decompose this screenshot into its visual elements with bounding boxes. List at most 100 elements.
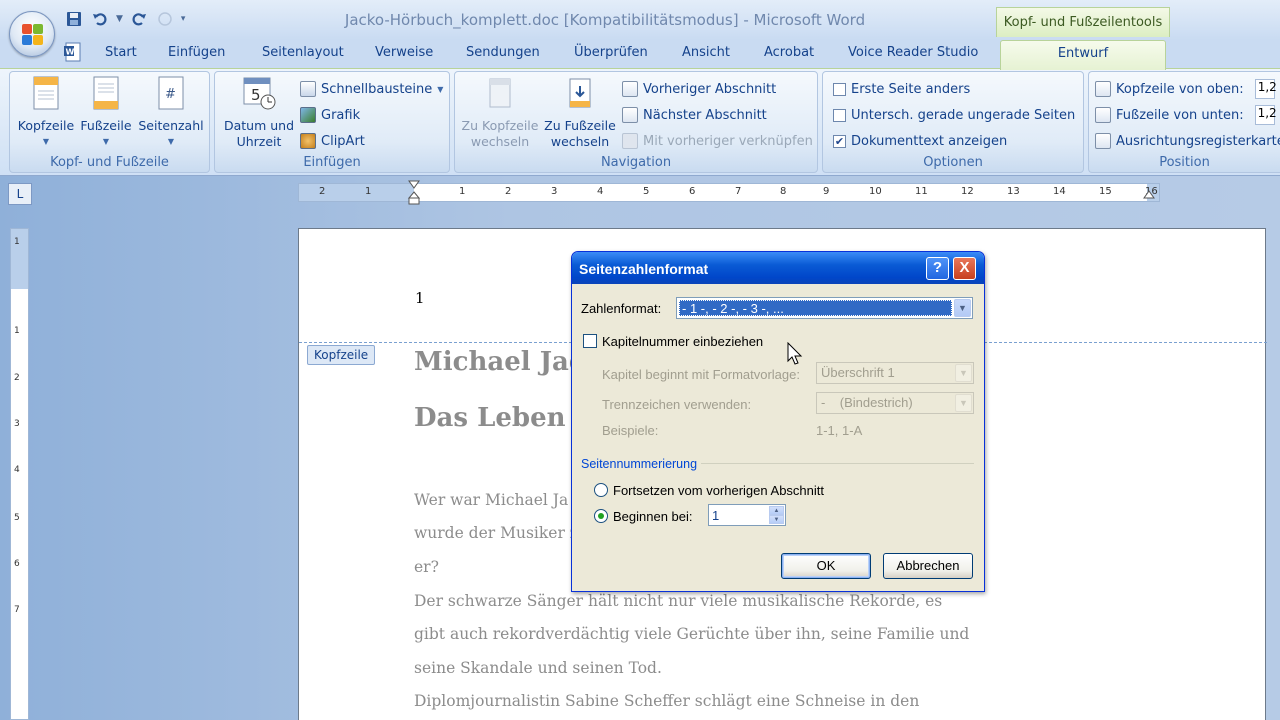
beginnen-value: 1 [712, 508, 720, 523]
horizontal-ruler[interactable]: 2 1 1 2 3 4 5 6 7 8 9 10 11 12 13 14 15 … [298, 180, 1160, 205]
beginnen-bei-spinner[interactable]: 1 ▲ ▼ [708, 504, 786, 526]
tab-ansicht[interactable]: Ansicht [682, 45, 730, 60]
schnellbausteine-button[interactable]: Schnellbausteine ▼ [300, 78, 443, 100]
tab-seitenlayout[interactable]: Seitenlayout [262, 45, 344, 60]
checkbox-unchecked[interactable] [833, 82, 846, 96]
header-page-number[interactable]: 1 [415, 289, 425, 307]
fortsetzen-radio[interactable] [594, 483, 608, 497]
ruler-number: 4 [597, 186, 604, 197]
spin-up-icon[interactable]: ▲ [769, 506, 784, 515]
dialog-title-bar[interactable]: Seitenzahlenformat ? X [572, 252, 984, 284]
fusszeile-button[interactable]: Fußzeile ▼ [78, 76, 134, 150]
dokumenttext-anzeigen-checkbox[interactable]: ✔ Dokumenttext anzeigen [833, 130, 1007, 152]
seitenzahl-button[interactable]: # Seitenzahl ▼ [136, 76, 206, 150]
clipart-icon [300, 133, 316, 149]
trennzeichen-label: Trennzeichen verwenden: [602, 397, 752, 412]
title-bar: ▼ ▾ Jacko-Hörbuch_komplett.doc [Kompatib… [0, 0, 1280, 40]
tab-ueberpruefen[interactable]: Überprüfen [574, 45, 648, 60]
alignment-tab-icon [1095, 133, 1111, 149]
ruler-number: 1 [14, 237, 20, 247]
grafik-label: Grafik [321, 107, 361, 123]
word-document-icon[interactable]: W [64, 42, 82, 62]
footer-page-icon [93, 76, 119, 110]
group-optionen: Erste Seite anders Untersch. gerade unge… [822, 71, 1084, 173]
spin-down-icon[interactable]: ▼ [769, 515, 784, 524]
grafik-button[interactable]: Grafik [300, 104, 360, 126]
chevron-down-icon: ▼ [437, 84, 444, 94]
checkbox-checked[interactable]: ✔ [833, 134, 846, 148]
svg-text:W: W [66, 48, 75, 57]
kopfzeile-von-oben-input[interactable]: 1,2 [1254, 79, 1277, 99]
trennzeichen-value: - (Bindestrich) [821, 395, 913, 410]
group-label-navigation: Navigation [600, 155, 672, 170]
vorheriger-label: Vorheriger Abschnitt [643, 81, 777, 97]
ruler-number: 7 [735, 186, 742, 197]
office-logo-icon [22, 24, 44, 46]
ruler-number: 2 [14, 373, 20, 383]
tab-verweise[interactable]: Verweise [375, 45, 433, 60]
goto-header-icon [489, 78, 511, 108]
tab-start[interactable]: Start [105, 45, 137, 60]
beginnen-radio[interactable] [594, 509, 608, 523]
chevron-down-icon[interactable]: ▼ [955, 394, 972, 412]
tab-entwurf[interactable]: Entwurf [1000, 40, 1166, 70]
chevron-down-icon[interactable]: ▼ [954, 299, 971, 317]
kopfzeile-button[interactable]: Kopfzeile ▼ [16, 76, 76, 150]
kapitelnummer-checkbox[interactable] [583, 334, 597, 348]
kapitelnummer-label[interactable]: Kapitelnummer einbeziehen [602, 334, 763, 349]
ausrichtungsregisterkarte-button[interactable]: Ausrichtungsregisterkarte [1095, 130, 1280, 152]
dokumenttext-label: Dokumenttext anzeigen [851, 133, 1008, 149]
ruler-number: 11 [915, 186, 928, 197]
datum-uhrzeit-button[interactable]: 5 Datum und Uhrzeit [219, 76, 299, 150]
tab-voice-reader-studio[interactable]: Voice Reader Studio [848, 45, 978, 60]
zu-fusszeile-button[interactable]: Zu Fußzeile wechseln [542, 76, 618, 150]
document-line[interactable]: gibt auch rekordverdächtig viele Gerücht… [414, 625, 974, 643]
clipart-label: ClipArt [321, 133, 365, 149]
fortsetzen-label[interactable]: Fortsetzen vom vorherigen Abschnitt [613, 483, 824, 498]
formatvorlage-select[interactable]: Überschrift 1 ▼ [816, 362, 974, 384]
ruler-number: 5 [643, 186, 650, 197]
mit-vorheriger-verknuepfen-button[interactable]: Mit vorheriger verknüpfen [622, 130, 813, 152]
chevron-down-icon[interactable]: ▼ [955, 364, 972, 382]
tab-sendungen[interactable]: Sendungen [466, 45, 540, 60]
gerade-ungerade-checkbox[interactable]: Untersch. gerade ungerade Seiten [833, 104, 1075, 126]
document-heading-1[interactable]: Michael Jac [414, 347, 585, 377]
clipart-button[interactable]: ClipArt [300, 130, 365, 152]
kopfzeile-label: Kopfzeile [17, 118, 75, 133]
ribbon: Kopfzeile ▼ Fußzeile ▼ # Seitenzahl ▼ Ko… [0, 68, 1280, 176]
document-line[interactable]: Der schwarze Sänger hält nicht nur viele… [414, 592, 974, 610]
naechster-abschnitt-button[interactable]: Nächster Abschnitt [622, 104, 767, 126]
ok-button[interactable]: OK [781, 553, 871, 579]
ruler-number: 3 [14, 419, 20, 429]
indent-marker-icon[interactable] [407, 180, 421, 206]
tab-selector[interactable]: L [8, 183, 32, 205]
vorheriger-abschnitt-button[interactable]: Vorheriger Abschnitt [622, 78, 776, 100]
ruler-number: 1 [365, 186, 372, 197]
mouse-cursor-icon [787, 342, 803, 365]
beispiele-value: 1-1, 1-A [816, 423, 863, 438]
zahlenformat-select[interactable]: - 1 -, - 2 -, - 3 -, ... ▼ [676, 297, 973, 319]
right-indent-marker-icon[interactable] [1143, 190, 1155, 204]
svg-text:5: 5 [251, 86, 261, 104]
ruler-number: 3 [551, 186, 558, 197]
zu-kopfzeile-button[interactable]: Zu Kopfzeile wechseln [459, 76, 541, 150]
close-button[interactable]: X [953, 257, 976, 280]
abbrechen-button[interactable]: Abbrechen [883, 553, 973, 579]
tab-acrobat[interactable]: Acrobat [764, 45, 814, 60]
office-button[interactable] [9, 11, 55, 57]
formatvorlage-label: Kapitel beginnt mit Formatvorlage: [602, 367, 800, 382]
vertical-ruler[interactable]: 1 1 2 3 4 5 6 7 [10, 228, 29, 720]
checkbox-unchecked[interactable] [833, 108, 846, 122]
document-line[interactable]: seine Skandale und seinen Tod. [414, 659, 974, 677]
document-line[interactable]: Diplomjournalistin Sabine Scheffer schlä… [414, 692, 974, 710]
ruler-number: 12 [961, 186, 974, 197]
ruler-number: 10 [869, 186, 882, 197]
beginnen-label[interactable]: Beginnen bei: [613, 509, 693, 524]
erste-seite-anders-checkbox[interactable]: Erste Seite anders [833, 78, 970, 100]
document-heading-2[interactable]: Das Leben u [414, 403, 594, 433]
fusszeile-von-unten-input[interactable]: 1,2 [1254, 105, 1277, 125]
trennzeichen-select[interactable]: - (Bindestrich) ▼ [816, 392, 974, 414]
tab-einfuegen[interactable]: Einfügen [168, 45, 225, 60]
ruler-number: 5 [14, 513, 20, 523]
help-button[interactable]: ? [926, 257, 949, 280]
